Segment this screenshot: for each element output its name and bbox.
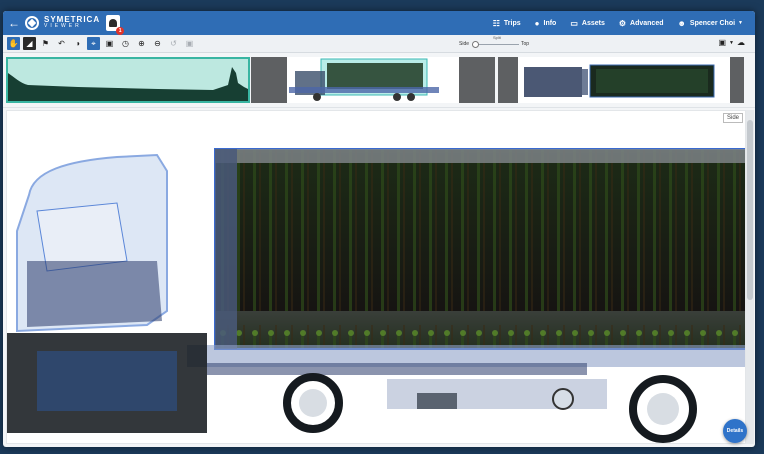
zoom-out-icon[interactable]: ⊖ <box>151 37 164 50</box>
user-name: Spencer Choi <box>689 19 736 27</box>
monitor-icon: ▭ <box>570 18 578 28</box>
box-icon[interactable]: ▣ <box>103 37 116 50</box>
thumbnail-top-view[interactable] <box>498 57 744 103</box>
xray-image-viewport[interactable]: Side <box>6 110 746 444</box>
scrollbar-thumb[interactable] <box>747 120 753 300</box>
lock-icon[interactable]: ▣ <box>183 37 196 50</box>
top-navbar: ← SYMETRICA VIEWER 1 ☷ Trips ● Info ▭ As… <box>3 11 755 35</box>
side-view-thumbnail-image <box>289 58 439 101</box>
split-left-label: Side <box>459 41 470 47</box>
user-menu[interactable]: ☻ Spencer Choi ▼ <box>678 19 744 28</box>
notification-badge: 1 <box>116 27 125 35</box>
split-control: Split Side Top <box>457 35 547 53</box>
info-icon: ● <box>534 18 540 28</box>
bell-icon <box>109 19 118 27</box>
thumbnail-profile-graph[interactable] <box>6 57 250 103</box>
save-icon[interactable]: ▣ <box>718 38 726 47</box>
nav-advanced[interactable]: ⚙ Advanced <box>619 19 664 28</box>
nav-trips[interactable]: ☷ Trips <box>493 19 521 28</box>
nav-info-label: Info <box>543 19 557 27</box>
contrast-mode-icon[interactable]: ◢ <box>23 37 36 50</box>
cloud-download-icon[interactable]: ☁ <box>737 38 745 47</box>
details-button[interactable]: Details <box>723 419 747 443</box>
brand-name: SYMETRICA <box>44 15 101 24</box>
flag-icon[interactable]: ⚑ <box>39 37 52 50</box>
nav-links: ☷ Trips ● Info ▭ Assets ⚙ Advanced ☻ Spe… <box>479 11 743 35</box>
image-toolbar: ✋ ◢ ⚑ ↶ ◑ ⌖ ▣ ◷ ⊕ ⊖ ↺ ▣ Split Side Top ▣… <box>3 35 755 53</box>
view-side-label[interactable]: Side <box>722 113 743 123</box>
gear-icon: ⚙ <box>618 18 627 28</box>
history-icon[interactable]: ◷ <box>119 37 132 50</box>
brand-subtitle: VIEWER <box>44 23 82 29</box>
chevron-down-icon[interactable]: ▼ <box>729 40 734 46</box>
vertical-scrollbar[interactable] <box>746 110 754 444</box>
arrow-left-icon[interactable]: ← <box>5 16 23 30</box>
nav-assets[interactable]: ▭ Assets <box>570 19 605 28</box>
nav-advanced-label: Advanced <box>630 19 664 27</box>
half-circle-icon[interactable]: ◑ <box>71 37 84 50</box>
notification-button[interactable]: 1 <box>106 15 125 35</box>
nav-info[interactable]: ● Info <box>535 19 557 28</box>
reset-view-icon[interactable]: ↺ <box>167 37 180 50</box>
split-right-label: Top <box>521 41 530 47</box>
truck-xray-scan-image <box>7 111 745 443</box>
user-icon: ☻ <box>677 18 686 28</box>
thumbnail-side-view[interactable] <box>251 57 495 103</box>
crop-icon[interactable]: ⌖ <box>87 37 100 50</box>
app-window: ← SYMETRICA VIEWER 1 ☷ Trips ● Info ▭ As… <box>3 11 755 447</box>
intensity-profile-graph <box>8 67 248 101</box>
nav-trips-label: Trips <box>503 19 521 27</box>
brand-logo[interactable]: SYMETRICA VIEWER <box>25 16 100 30</box>
pan-icon[interactable]: ✋ <box>7 37 20 50</box>
chevron-down-icon: ▼ <box>738 20 743 26</box>
thumbnail-strip <box>3 54 755 108</box>
top-view-thumbnail-image <box>524 64 715 98</box>
split-slider-handle[interactable] <box>472 41 479 48</box>
zoom-in-icon[interactable]: ⊕ <box>135 37 148 50</box>
logo-mark-icon <box>25 16 39 30</box>
trips-icon: ☷ <box>492 18 500 28</box>
undo-icon[interactable]: ↶ <box>55 37 68 50</box>
nav-assets-label: Assets <box>581 19 605 27</box>
split-title: Split <box>493 35 501 40</box>
split-track[interactable] <box>473 44 519 45</box>
